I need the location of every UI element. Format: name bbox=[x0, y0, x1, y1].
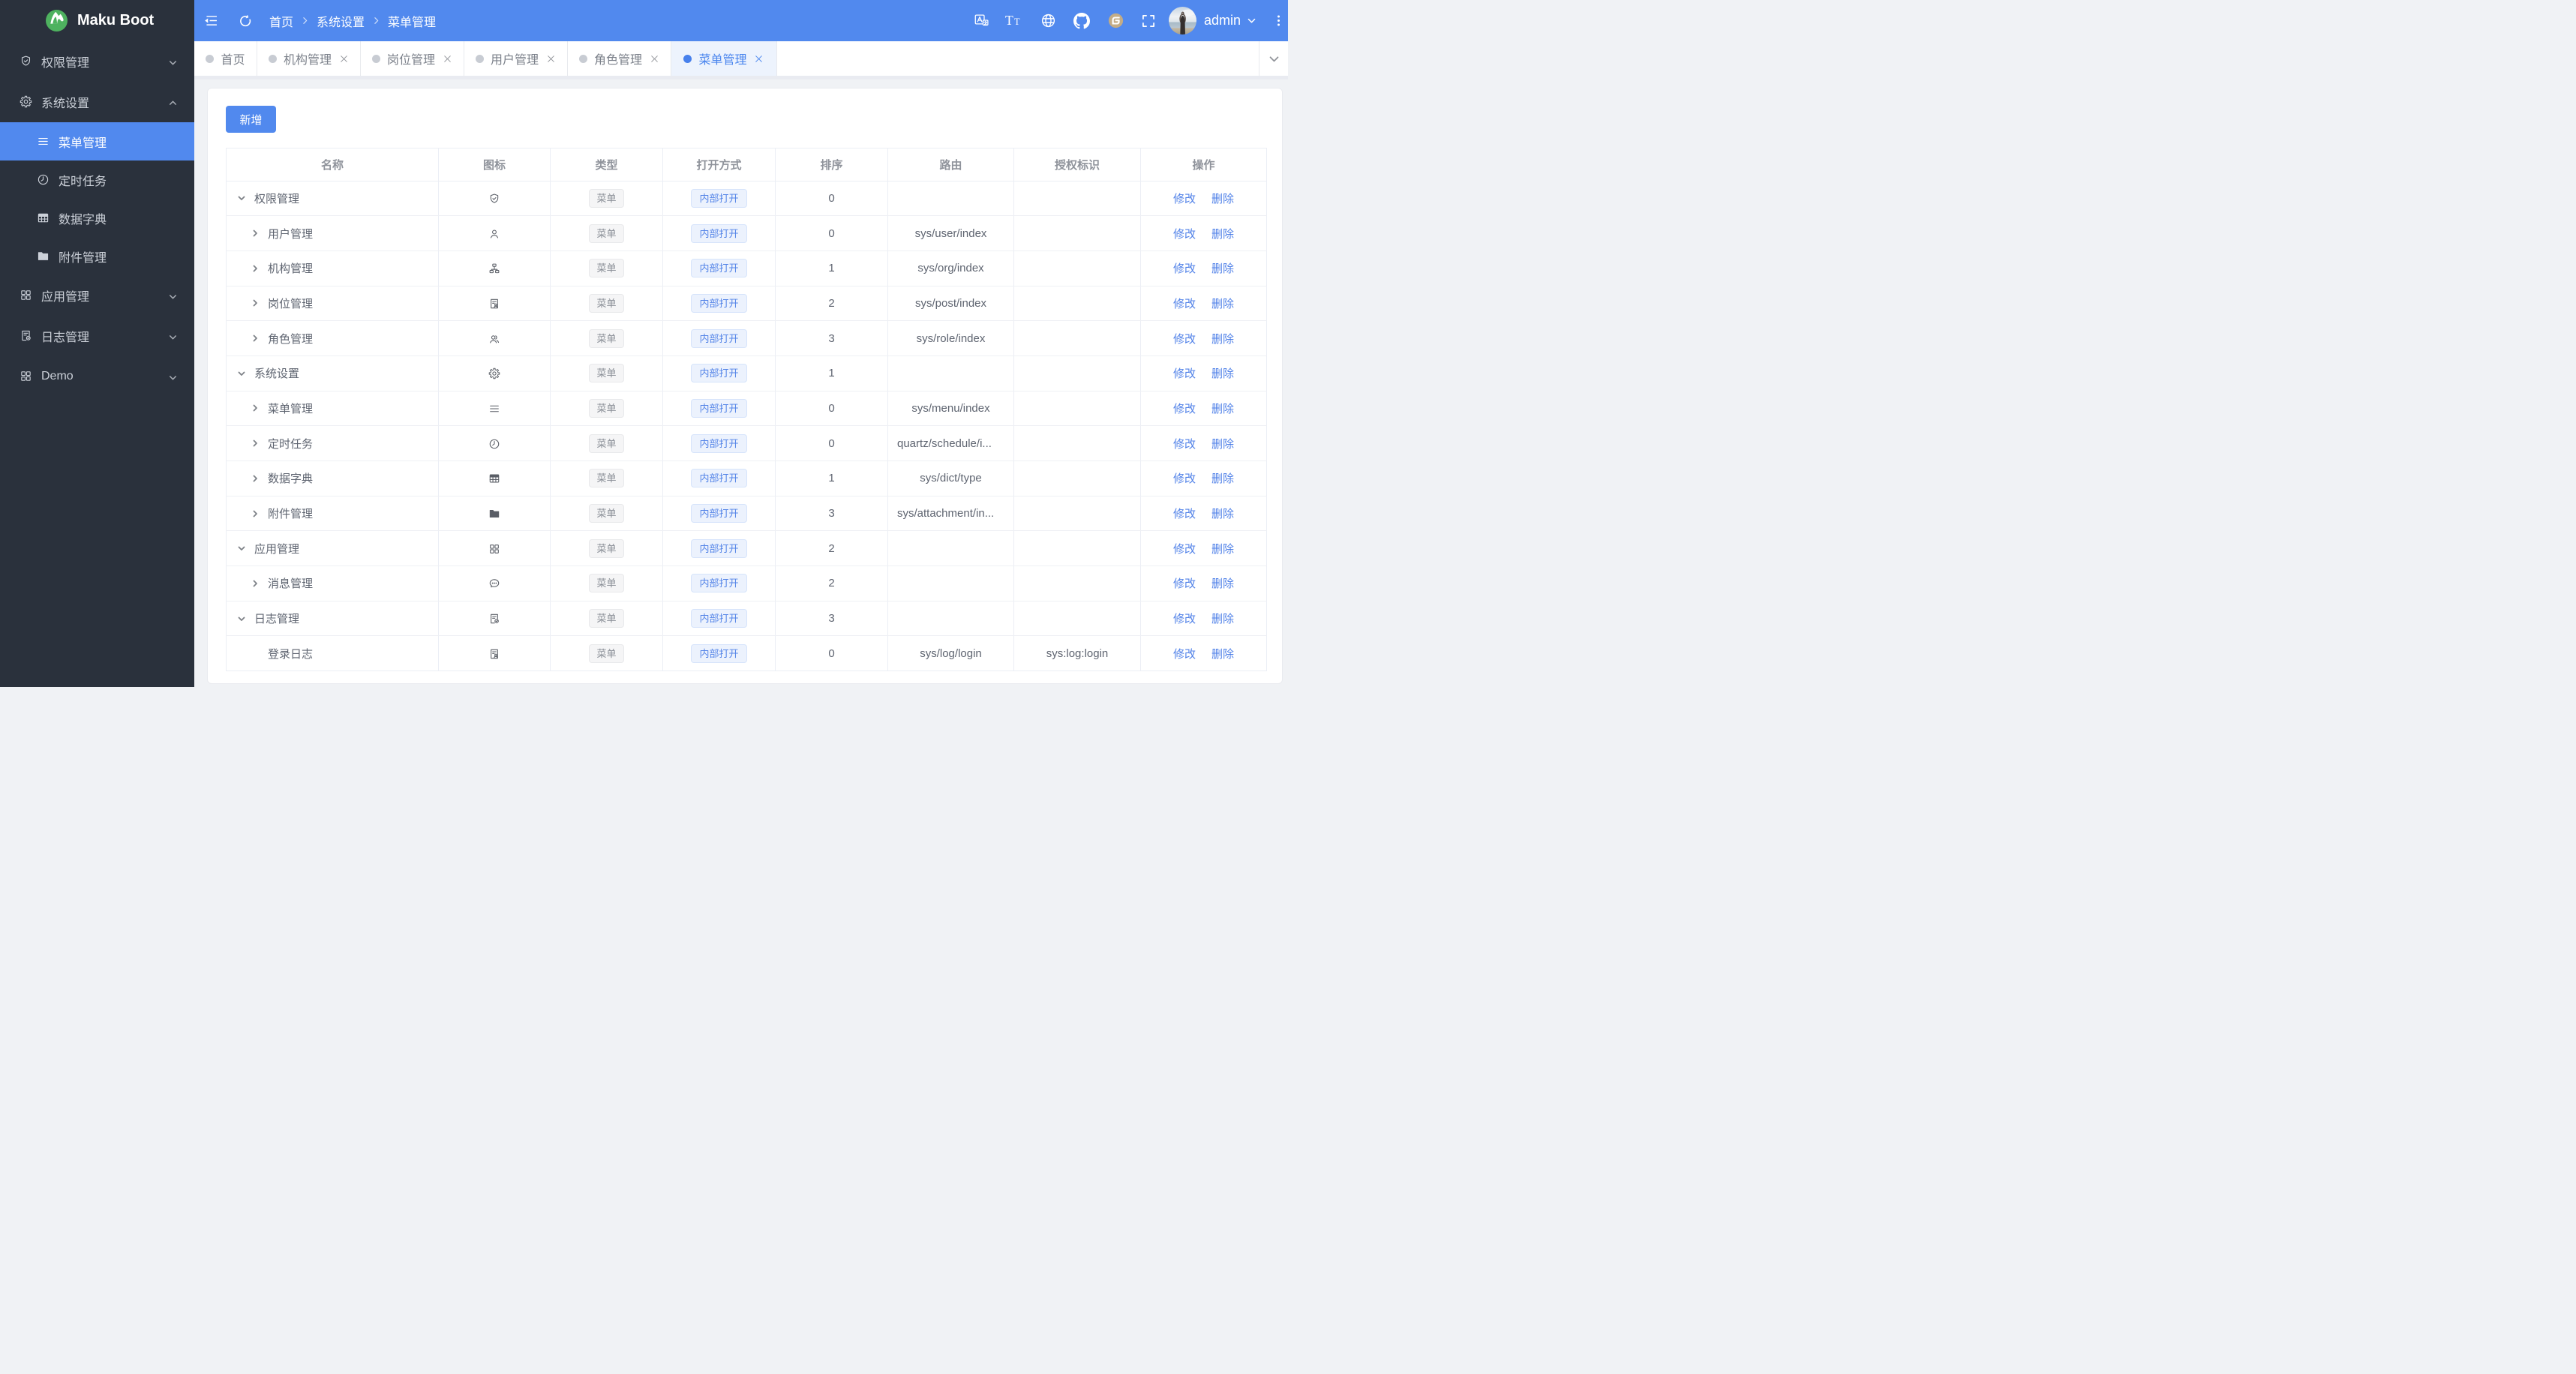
svg-text:T: T bbox=[1013, 16, 1019, 27]
svg-text:T: T bbox=[1005, 13, 1013, 28]
